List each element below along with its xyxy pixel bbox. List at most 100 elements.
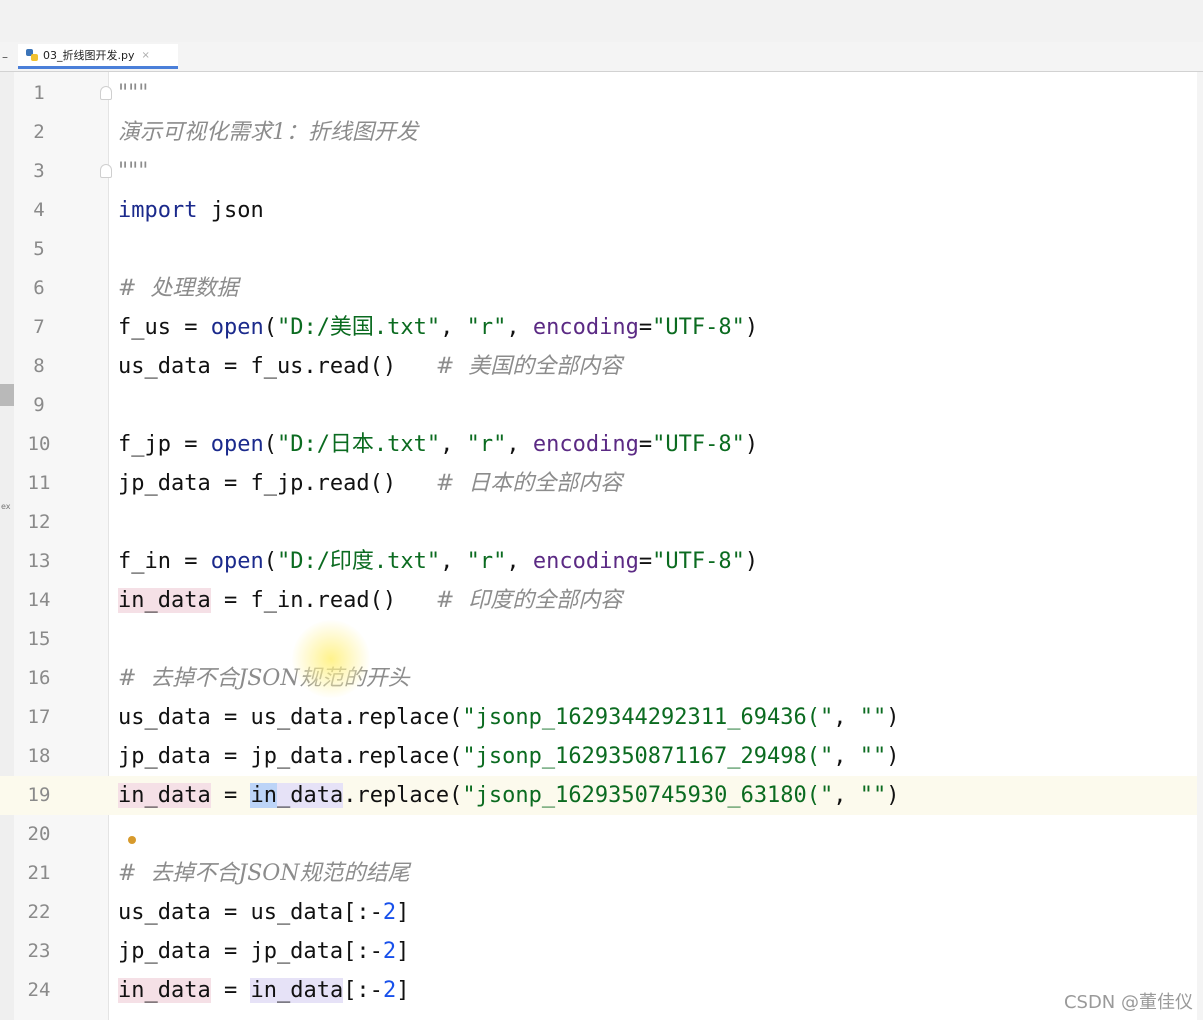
string: "D:/日本.txt" bbox=[276, 432, 441, 457]
string: "UTF-8" bbox=[652, 549, 745, 574]
token: _data bbox=[276, 783, 344, 808]
token: f_us = bbox=[118, 315, 211, 340]
line-number: 7 bbox=[33, 316, 45, 338]
code-line[interactable]: 11 jp_data = f_jp.read() # 日本的全部内容 bbox=[0, 464, 1203, 503]
line-number: 3 bbox=[33, 160, 45, 182]
comment: # 去掉不合JSON规范的结尾 bbox=[118, 861, 410, 886]
token: , bbox=[506, 432, 533, 457]
keyword-arg: encoding bbox=[532, 432, 639, 457]
watermark: CSDN @董佳仪 bbox=[1063, 992, 1193, 1013]
code-line[interactable]: 16 # 去掉不合JSON规范的开头 bbox=[0, 659, 1203, 698]
token: , bbox=[833, 783, 860, 808]
keyword-arg: encoding bbox=[532, 315, 639, 340]
variable-highlight: in_data bbox=[118, 783, 211, 808]
line-number: 19 bbox=[27, 784, 51, 806]
string: "jsonp_1629344292311_69436(" bbox=[462, 705, 834, 730]
token: ) bbox=[886, 744, 900, 769]
code-line[interactable]: 12 bbox=[0, 503, 1203, 542]
token: us_data = us_data[:- bbox=[118, 900, 383, 925]
tab-file[interactable]: 03_折线图开发.py × bbox=[18, 44, 178, 69]
mouse-cursor-highlight bbox=[292, 620, 370, 698]
line-number: 1 bbox=[33, 82, 45, 104]
token: jp_data = f_jp.read() bbox=[118, 471, 436, 496]
code-line[interactable]: 5 bbox=[0, 230, 1203, 269]
token: jp_data = jp_data[:- bbox=[118, 939, 383, 964]
string: "" bbox=[859, 783, 887, 808]
code-text: """ bbox=[118, 81, 149, 106]
line-number: 12 bbox=[27, 511, 51, 533]
code-line[interactable]: 17 us_data = us_data.replace("jsonp_1629… bbox=[0, 698, 1203, 737]
line-number: 15 bbox=[27, 628, 51, 650]
code-line[interactable]: 21 # 去掉不合JSON规范的结尾 bbox=[0, 854, 1203, 893]
string: "r" bbox=[466, 549, 507, 574]
code-text: jp_data = jp_data.replace("jsonp_1629350… bbox=[118, 737, 900, 776]
code-line[interactable]: 1 """ bbox=[0, 74, 1203, 113]
line-number: 2 bbox=[33, 121, 45, 143]
code-line[interactable]: 4 import json bbox=[0, 191, 1203, 230]
line-number: 4 bbox=[33, 199, 45, 221]
token: ] bbox=[396, 900, 410, 925]
code-line[interactable]: 10 f_jp = open("D:/日本.txt", "r", encodin… bbox=[0, 425, 1203, 464]
line-number: 23 bbox=[27, 940, 51, 962]
code-text: f_us = open("D:/美国.txt", "r", encoding="… bbox=[118, 308, 758, 347]
code-text: us_data = f_us.read() # 美国的全部内容 bbox=[118, 347, 622, 386]
code-text: f_in = open("D:/印度.txt", "r", encoding="… bbox=[118, 542, 758, 581]
token: json bbox=[197, 198, 264, 223]
window-top-strip bbox=[0, 0, 1203, 43]
builtin: open bbox=[210, 549, 264, 574]
code-line[interactable]: 6 # 处理数据 bbox=[0, 269, 1203, 308]
fold-marker-icon[interactable] bbox=[100, 164, 112, 178]
code-line[interactable]: 14 in_data = f_in.read() # 印度的全部内容 bbox=[0, 581, 1203, 620]
code-line[interactable]: 3 """ bbox=[0, 152, 1203, 191]
code-line[interactable]: 15 bbox=[0, 620, 1203, 659]
code-line[interactable]: 22 us_data = us_data[:-2] bbox=[0, 893, 1203, 932]
token: , bbox=[506, 315, 533, 340]
line-number: 17 bbox=[27, 706, 51, 728]
builtin: open bbox=[210, 432, 264, 457]
token: [:- bbox=[343, 978, 383, 1003]
code-line[interactable]: 24 in_data = in_data[:-2] bbox=[0, 971, 1203, 1010]
code-line[interactable]: 7 f_us = open("D:/美国.txt", "r", encoding… bbox=[0, 308, 1203, 347]
keyword-arg: encoding bbox=[532, 549, 639, 574]
code-line[interactable]: 13 f_in = open("D:/印度.txt", "r", encodin… bbox=[0, 542, 1203, 581]
tab-filename: 03_折线图开发.py bbox=[43, 49, 135, 62]
line-number: 21 bbox=[27, 862, 51, 884]
close-icon[interactable]: × bbox=[142, 50, 150, 61]
vertical-scrollbar[interactable] bbox=[1197, 72, 1203, 1020]
tab-bar-collapse-icon[interactable]: – bbox=[2, 50, 8, 64]
code-line[interactable]: 18 jp_data = jp_data.replace("jsonp_1629… bbox=[0, 737, 1203, 776]
code-line[interactable]: 23 jp_data = jp_data[:-2] bbox=[0, 932, 1203, 971]
code-line[interactable]: 8 us_data = f_us.read() # 美国的全部内容 bbox=[0, 347, 1203, 386]
token: ] bbox=[396, 978, 410, 1003]
code-text: in_data = in_data.replace("jsonp_1629350… bbox=[118, 776, 900, 815]
comment: # 处理数据 bbox=[118, 276, 239, 301]
code-text: """ bbox=[118, 159, 149, 184]
token: ( bbox=[263, 315, 277, 340]
code-line[interactable]: 2 演示可视化需求1：折线图开发 bbox=[0, 113, 1203, 152]
intention-bulb-icon[interactable] bbox=[128, 836, 136, 844]
text-selection: in bbox=[250, 783, 277, 808]
string: "" bbox=[859, 744, 887, 769]
token: = f_in.read() bbox=[210, 588, 436, 613]
line-number: 18 bbox=[27, 745, 51, 767]
string: "D:/印度.txt" bbox=[276, 549, 441, 574]
code-editor[interactable]: ex 1 """ 2 演示可视化需求1：折线图开发 3 """ 4 import… bbox=[0, 72, 1203, 1020]
token: , bbox=[440, 315, 467, 340]
code-text: 演示可视化需求1：折线图开发 bbox=[118, 120, 418, 145]
line-number: 5 bbox=[33, 238, 45, 260]
string: "jsonp_1629350871167_29498(" bbox=[462, 744, 834, 769]
token: = bbox=[210, 783, 251, 808]
fold-marker-icon[interactable] bbox=[100, 86, 112, 100]
token: = bbox=[638, 549, 653, 574]
comment: # 美国的全部内容 bbox=[435, 354, 623, 379]
code-text: jp_data = jp_data[:-2] bbox=[118, 932, 409, 971]
token: , bbox=[833, 705, 860, 730]
line-number: 22 bbox=[27, 901, 51, 923]
line-number: 16 bbox=[27, 667, 51, 689]
code-line[interactable]: 9 bbox=[0, 386, 1203, 425]
code-line-current[interactable]: 19 in_data = in_data.replace("jsonp_1629… bbox=[0, 776, 1203, 815]
variable-reference: in_data bbox=[250, 783, 344, 808]
code-line[interactable]: 20 bbox=[0, 815, 1203, 854]
token: us_data = us_data.replace( bbox=[118, 705, 463, 730]
variable-reference: in_data bbox=[250, 978, 344, 1003]
